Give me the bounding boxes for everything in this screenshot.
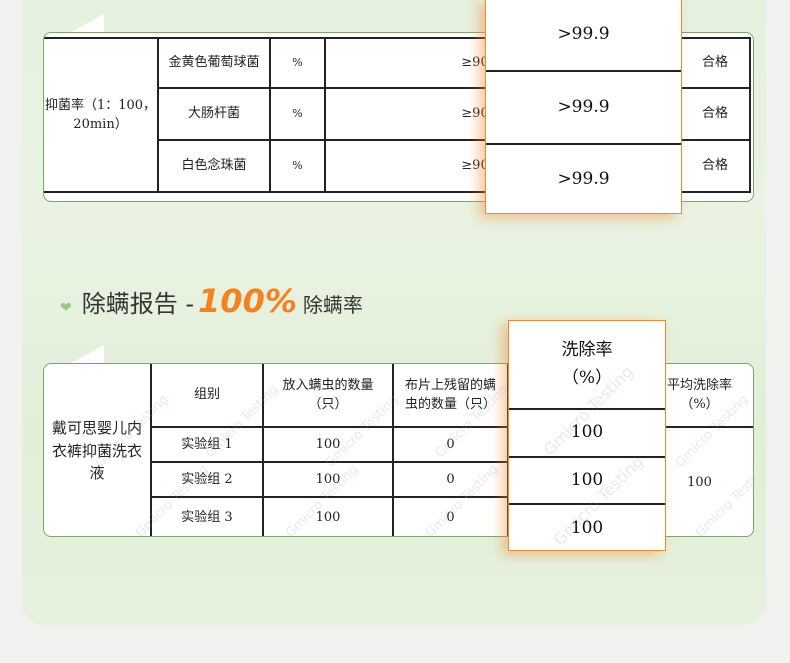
wash-rate: 100 [570, 517, 604, 538]
remaining: 0 [394, 428, 509, 463]
verdict: 合格 [681, 89, 751, 141]
result-value: >99.9 [486, 0, 681, 72]
wash-rate: 100 [509, 458, 665, 505]
product-name: 戴可思婴儿内衣裤抑菌洗衣液 [44, 364, 152, 536]
title-highlight: 100% [198, 282, 297, 320]
group: 实验组 1 [152, 428, 264, 463]
unit: % [271, 89, 326, 141]
title-suffix: 除螨率 [302, 293, 363, 317]
remaining: 0 [394, 498, 509, 536]
bubble-tail [68, 345, 104, 365]
result-highlight-popup: >99.9 >99.9 >99.9 [485, 0, 682, 214]
header-remaining: 布片上残留的螨虫的数量（只） [394, 364, 509, 428]
row-header: 抑菌率（1：100，20min） [44, 37, 159, 193]
remaining: 0 [394, 463, 509, 498]
bubble-tail [68, 14, 104, 34]
verdict: 合格 [681, 141, 751, 193]
organism: 大肠杆菌 [159, 89, 271, 141]
group: 实验组 2 [152, 463, 264, 498]
wash-rate-highlight-popup: 洗除率（%） 100 100 100 Gmicro Testing Gmicro… [508, 320, 666, 551]
result-value: >99.9 [557, 169, 610, 190]
heart-icon: ❤ [60, 300, 72, 316]
verdict: 合格 [681, 37, 751, 89]
unit: % [271, 37, 326, 89]
section-title: ❤ 除螨报告 - 100% 除螨率 [60, 282, 363, 320]
unit: % [271, 141, 326, 193]
title-text: 除螨报告 - [81, 290, 195, 318]
placed: 100 [264, 463, 394, 498]
wash-rate: 100 [509, 410, 665, 458]
header-group: 组别 [152, 364, 264, 428]
organism: 白色念珠菌 [159, 141, 271, 193]
organism: 金黄色葡萄球菌 [159, 37, 271, 89]
result-value: >99.9 [486, 72, 681, 145]
header-placed: 放入螨虫的数量（只） [264, 364, 394, 428]
placed: 100 [264, 498, 394, 536]
header-wash-rate: 洗除率（%） [509, 321, 665, 410]
placed: 100 [264, 428, 394, 463]
group: 实验组 3 [152, 498, 264, 536]
